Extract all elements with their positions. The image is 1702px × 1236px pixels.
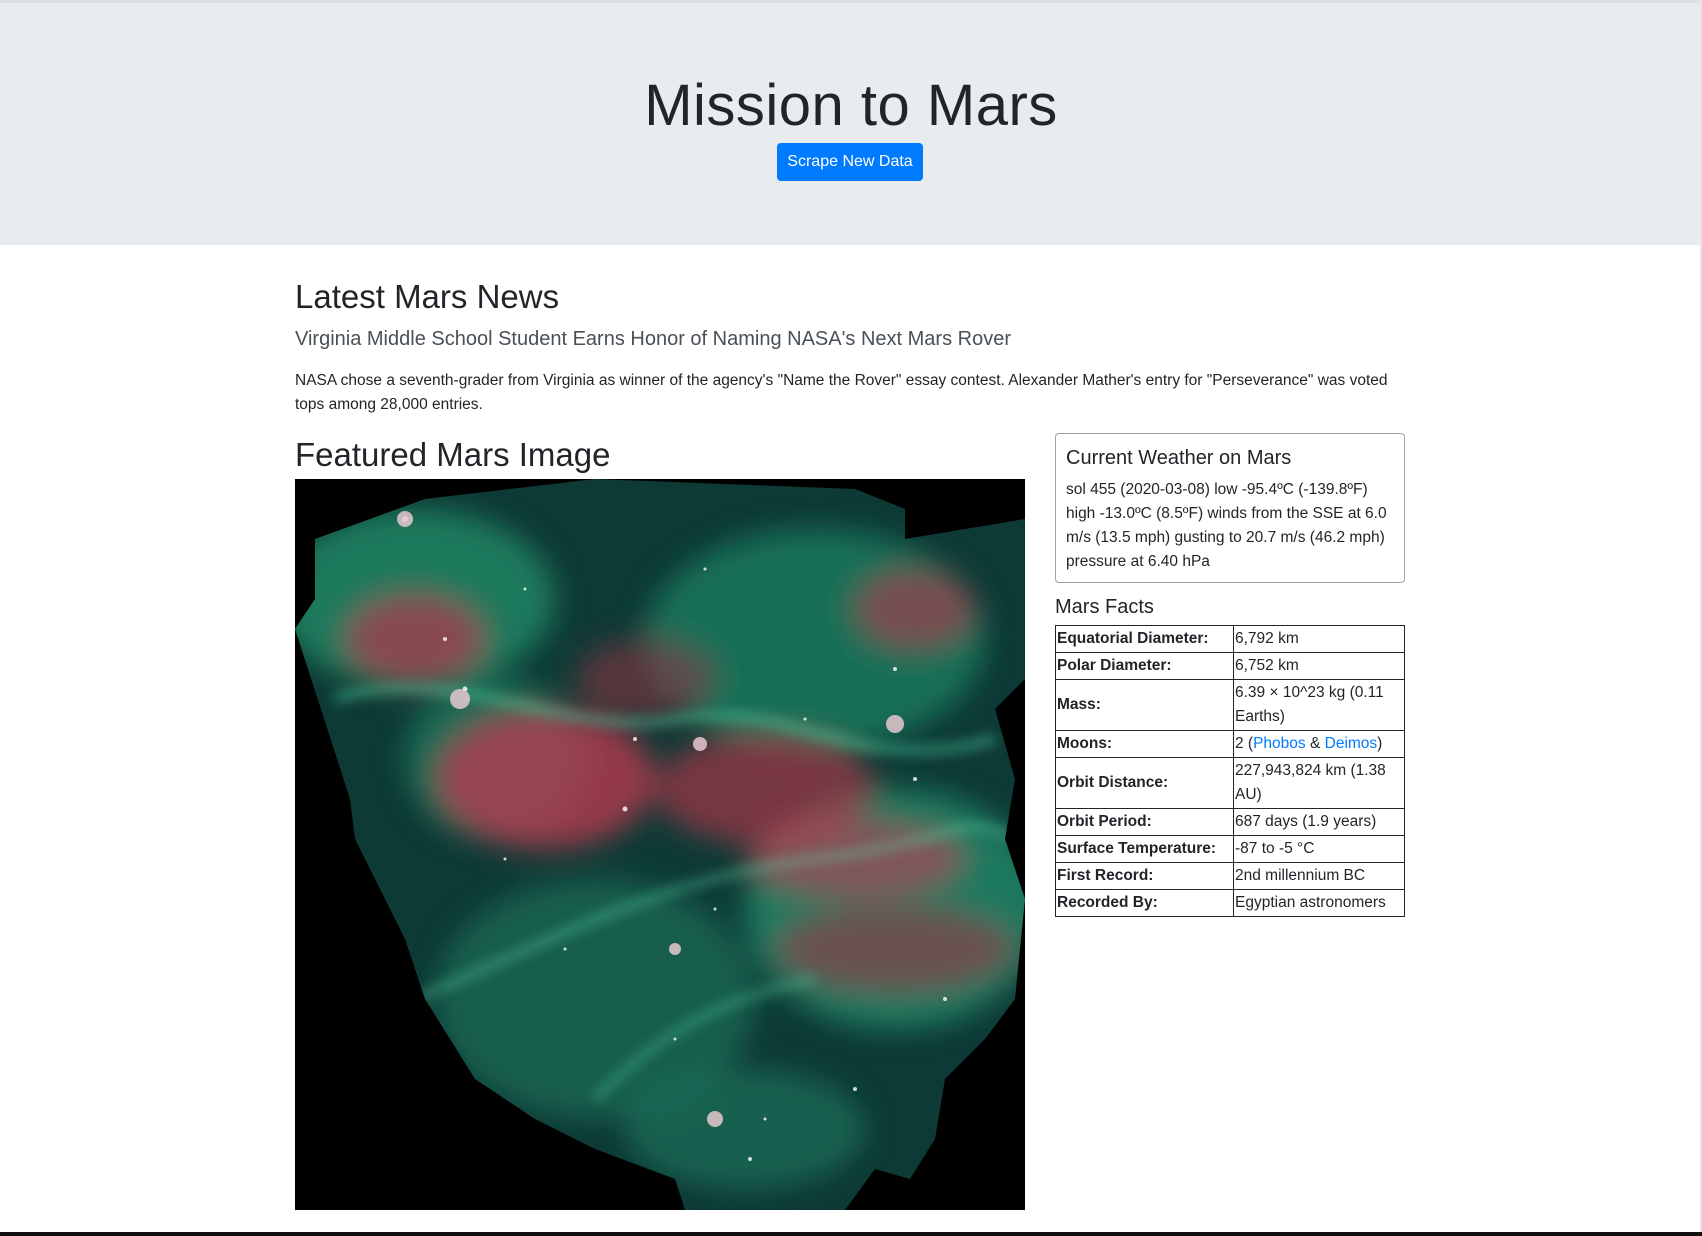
- fact-value: 227,943,824 km (1.38 AU): [1233, 757, 1405, 809]
- phobos-link[interactable]: Phobos: [1253, 735, 1306, 752]
- table-row: Moons: 2 (Phobos & Deimos): [1055, 730, 1405, 758]
- fact-value: 2nd millennium BC: [1233, 862, 1405, 890]
- fact-key: Moons:: [1055, 730, 1234, 758]
- fact-key: Recorded By:: [1055, 889, 1234, 917]
- table-row: Recorded By: Egyptian astronomers: [1055, 889, 1405, 917]
- moons-separator: &: [1305, 735, 1325, 752]
- facts-heading: Mars Facts: [1055, 596, 1154, 618]
- featured-image-heading: Featured Mars Image: [295, 436, 611, 473]
- fact-key: Polar Diameter:: [1055, 652, 1234, 680]
- fact-key: Orbit Period:: [1055, 808, 1234, 836]
- news-heading: Latest Mars News: [295, 278, 560, 315]
- jumbotron-header: Mission to Mars Scrape New Data: [0, 3, 1702, 245]
- fact-key: Mass:: [1055, 679, 1234, 731]
- mars-facts-table: Equatorial Diameter: 6,792 km Polar Diam…: [1055, 625, 1405, 917]
- fact-key: First Record:: [1055, 862, 1234, 890]
- fact-key: Orbit Distance:: [1055, 757, 1234, 809]
- table-row: Orbit Period: 687 days (1.9 years): [1055, 808, 1405, 836]
- moons-suffix: ): [1377, 735, 1383, 752]
- weather-text: sol 455 (2020-03-08) low -95.4ºC (-139.8…: [1066, 481, 1387, 570]
- scrape-new-data-button[interactable]: Scrape New Data: [777, 143, 923, 181]
- table-row: Polar Diameter: 6,752 km: [1055, 652, 1405, 680]
- table-row: Surface Temperature: -87 to -5 °C: [1055, 835, 1405, 863]
- fact-value: 687 days (1.9 years): [1233, 808, 1405, 836]
- fact-value: 6,792 km: [1233, 625, 1405, 653]
- page: Mission to Mars Scrape New Data Latest M…: [0, 0, 1702, 1236]
- deimos-link[interactable]: Deimos: [1325, 735, 1378, 752]
- table-row: Mass: 6.39 × 10^23 kg (0.11 Earths): [1055, 679, 1405, 731]
- nebula-image: [295, 479, 1025, 1210]
- fact-value: 2 (Phobos & Deimos): [1233, 730, 1405, 758]
- featured-mars-image: [295, 479, 1025, 1210]
- weather-heading: Current Weather on Mars: [1066, 447, 1292, 469]
- news-paragraph: NASA chose a seventh-grader from Virgini…: [295, 372, 1388, 413]
- table-row: Equatorial Diameter: 6,792 km: [1055, 625, 1405, 653]
- fact-value: 6,752 km: [1233, 652, 1405, 680]
- weather-card: Current Weather on Mars sol 455 (2020-03…: [1055, 433, 1405, 583]
- fact-value: Egyptian astronomers: [1233, 889, 1405, 917]
- page-title: Mission to Mars: [644, 73, 1058, 138]
- fact-value: -87 to -5 °C: [1233, 835, 1405, 863]
- fact-key: Surface Temperature:: [1055, 835, 1234, 863]
- fact-value: 6.39 × 10^23 kg (0.11 Earths): [1233, 679, 1405, 731]
- window-bottom-edge: [0, 1232, 1702, 1236]
- table-row: First Record: 2nd millennium BC: [1055, 862, 1405, 890]
- moons-count-prefix: 2 (: [1235, 735, 1254, 752]
- table-row: Orbit Distance: 227,943,824 km (1.38 AU): [1055, 757, 1405, 809]
- fact-key: Equatorial Diameter:: [1055, 625, 1234, 653]
- news-title: Virginia Middle School Student Earns Hon…: [295, 328, 1011, 350]
